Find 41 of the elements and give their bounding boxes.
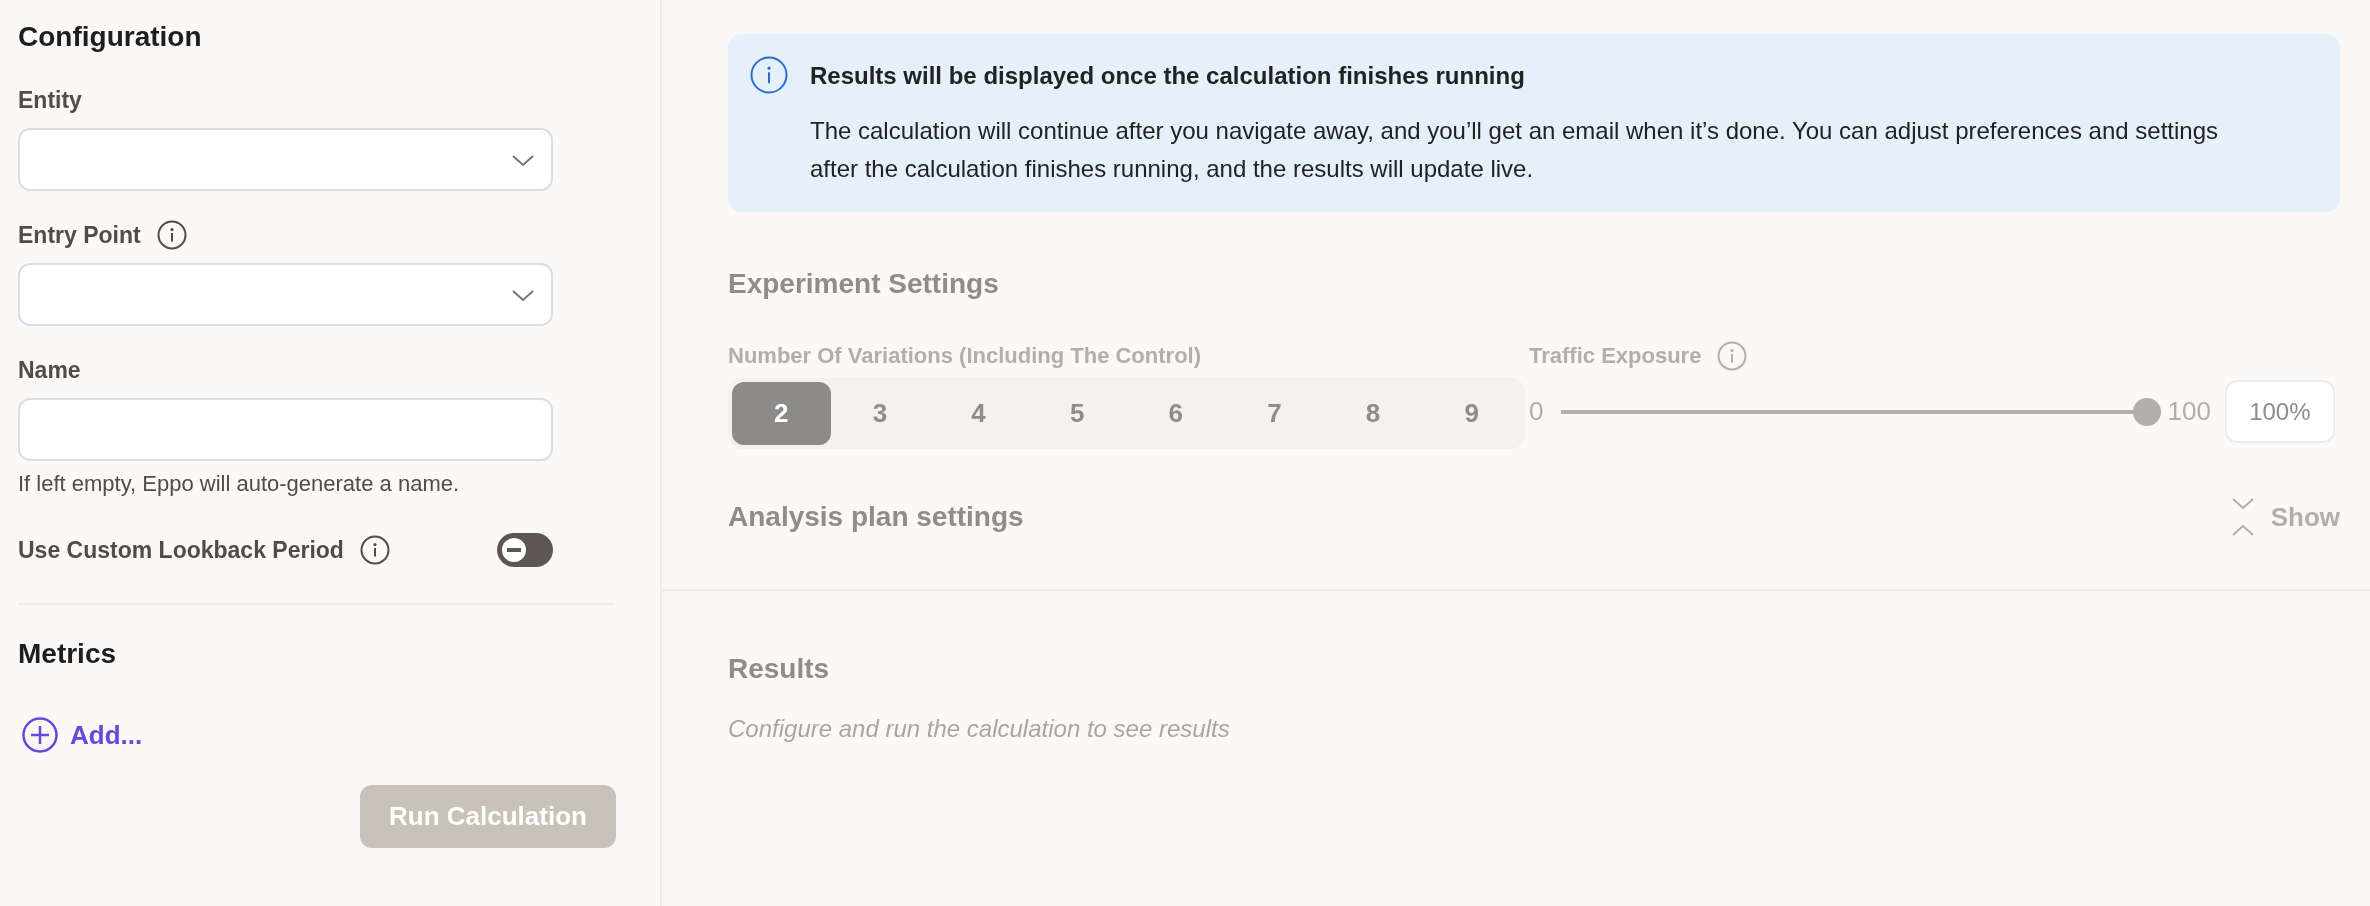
variation-option[interactable]: 4 [929,382,1028,445]
percent-field[interactable]: 100% [2224,380,2335,443]
section-title: Analysis plan settings [728,501,1024,533]
variation-option[interactable]: 8 [1323,382,1423,445]
alert-title: Results will be displayed once the calculation finishes running [810,62,1526,90]
info-icon[interactable] [750,56,788,94]
variation-option[interactable]: 6 [1126,382,1226,445]
select-field[interactable] [18,128,553,191]
select-field[interactable] [18,263,553,326]
chevron-down-icon [511,152,535,167]
expand-icon [2230,497,2255,537]
text-field[interactable] [18,398,553,461]
slider-max: 100 [2167,396,2211,427]
variation-option[interactable]: 7 [1225,382,1324,445]
field-label: Entry Point [18,221,141,249]
toggle-label: Use Custom Lookback Period [18,536,344,564]
section-title: Results [728,653,831,685]
field-label: Entity [18,86,82,114]
toggle-switch[interactable] [497,533,553,567]
add-link[interactable]: Add... [22,717,143,753]
variation-option[interactable]: 3 [830,382,930,445]
show-toggle[interactable]: Show [2230,497,2340,537]
helper-text: If left empty, Eppo will auto-generate a name. [18,471,461,497]
field-label: Traffic Exposure [1529,343,1702,369]
plus-icon [22,717,58,753]
variation-option[interactable]: 9 [1422,382,1521,445]
section-title: Metrics [18,637,118,671]
section-title: Experiment Settings [728,268,1000,300]
field-label: Name [18,356,81,384]
field-label: Number Of Variations (Including The Control) [728,342,1202,370]
info-icon[interactable] [156,220,187,250]
minus-icon [501,537,527,563]
info-icon[interactable] [359,535,390,565]
section-title: Configuration [18,20,203,54]
empty-state-text: Configure and run the calculation to see results [728,715,1231,743]
variation-option[interactable]: 2 [732,382,831,445]
variation-option[interactable]: 5 [1027,382,1127,445]
slider-min: 0 [1529,396,1544,427]
slider-thumb[interactable] [2133,397,2162,426]
alert-message: The calculation will continue after you navigate away, and you’ll get an email when it’s done. You can adjust preferences and settings after the calculation finishes running, and the results will update live. [810,116,2219,184]
chevron-down-icon [511,287,535,302]
